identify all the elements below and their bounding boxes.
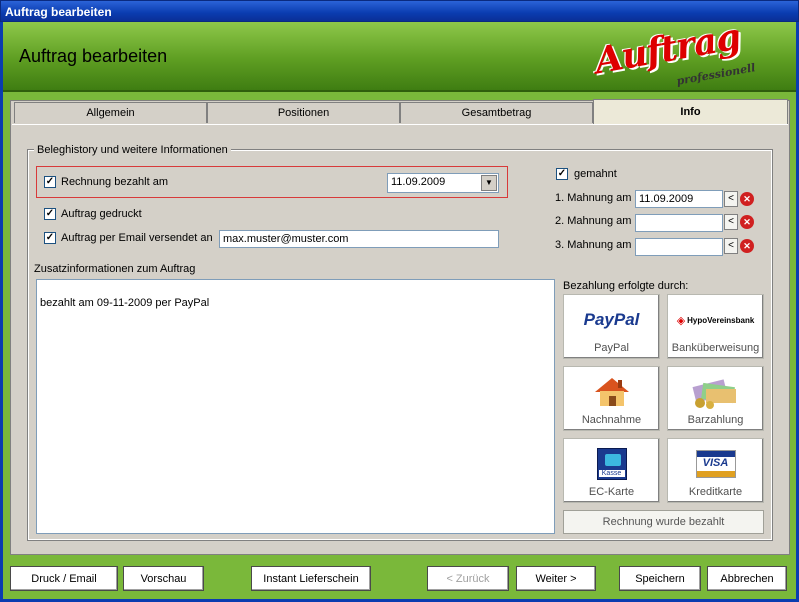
ec-logo-text: Kasse [598, 470, 625, 477]
reminder-2-set-button[interactable]: < [724, 214, 738, 230]
emailed-checkbox[interactable]: ✓ [44, 232, 56, 244]
cancel-button[interactable]: Abbrechen [707, 566, 787, 591]
visa-icon: VISA [668, 447, 763, 481]
reminder-3-date[interactable] [635, 238, 723, 256]
reminder-2-delete-icon[interactable]: ✕ [740, 215, 754, 229]
tab-allgemein[interactable]: Allgemein [14, 102, 207, 123]
window-title: Auftrag bearbeiten [5, 5, 112, 19]
reminder-2-label: 2. Mahnung am [555, 215, 632, 227]
reminder-3-label: 3. Mahnung am [555, 239, 632, 251]
payment-cod-button[interactable]: Nachnahme [563, 366, 660, 431]
notes-text: bezahlt am 09-11-2009 per PayPal [40, 297, 210, 309]
tab-positionen[interactable]: Positionen [207, 102, 400, 123]
instant-delivery-note-button[interactable]: Instant Lieferschein [251, 566, 371, 591]
paid-label: Rechnung bezahlt am [61, 176, 169, 188]
email-value: max.muster@muster.com [223, 233, 349, 245]
payment-paypal-button[interactable]: PayPal PayPal [563, 294, 660, 359]
house-icon [564, 375, 659, 409]
print-email-button[interactable]: Druck / Email [10, 566, 118, 591]
payment-caption: Barzahlung [687, 414, 744, 426]
reminder-1-label: 1. Mahnung am [555, 192, 632, 204]
tab-bar: Allgemein Positionen Gesamtbetrag Info [10, 99, 790, 124]
tab-label: Gesamtbetrag [461, 107, 532, 119]
window-titlebar: Auftrag bearbeiten [0, 0, 799, 22]
reminder-1-delete-icon[interactable]: ✕ [740, 192, 754, 206]
payment-caption: PayPal [594, 342, 629, 354]
button-label: Speichern [635, 573, 685, 585]
payment-caption: Nachnahme [581, 414, 642, 426]
reminder-3-delete-icon[interactable]: ✕ [740, 239, 754, 253]
visa-logo-text: VISA [702, 457, 729, 469]
button-label: < Zurück [446, 573, 490, 585]
reminder-1-set-button[interactable]: < [724, 191, 738, 207]
app-logo: Auftrag professionell [586, 16, 776, 88]
bank-logo: ◈ HypoVereinsbank [668, 303, 763, 337]
chevron-down-icon[interactable]: ▼ [481, 175, 497, 191]
printed-checkbox[interactable]: ✓ [44, 208, 56, 220]
tab-info[interactable]: Info [593, 99, 788, 124]
notes-textarea[interactable]: bezahlt am 09-11-2009 per PayPal [36, 279, 555, 534]
next-button[interactable]: Weiter > [516, 566, 596, 591]
payment-label: Bezahlung erfolgte durch: [563, 280, 689, 292]
payment-bank-transfer-button[interactable]: ◈ HypoVereinsbank Banküberweisung [667, 294, 764, 359]
payment-credit-card-button[interactable]: VISA Kreditkarte [667, 438, 764, 503]
reminder-2-date[interactable] [635, 214, 723, 232]
printed-label: Auftrag gedruckt [61, 208, 142, 220]
payment-caption: EC-Karte [588, 486, 635, 498]
bank-logo-mark: ◈ [676, 314, 686, 327]
paid-date-value: 11.09.2009 [391, 176, 446, 188]
header-banner: Auftrag bearbeiten Auftrag professionell [3, 16, 796, 92]
ec-card-icon: Kasse [564, 447, 659, 481]
emailed-label: Auftrag per Email versendet an [61, 232, 213, 244]
bank-logo-text: HypoVereinsbank [687, 315, 755, 325]
notes-label: Zusatzinformationen zum Auftrag [34, 263, 196, 275]
tab-label: Positionen [277, 107, 330, 119]
payment-caption: Kreditkarte [688, 486, 743, 498]
preview-button[interactable]: Vorschau [123, 566, 204, 591]
paypal-logo-text: PayPal [583, 310, 640, 329]
payment-cash-button[interactable]: Barzahlung [667, 366, 764, 431]
reminder-1-date[interactable]: 11.09.2009 [635, 190, 723, 208]
email-field[interactable]: max.muster@muster.com [219, 230, 499, 248]
button-label: Instant Lieferschein [263, 573, 359, 585]
tab-label: Info [680, 106, 701, 118]
reminder-3-set-button[interactable]: < [724, 238, 738, 254]
invoice-paid-button[interactable]: Rechnung wurde bezahlt [563, 510, 764, 534]
invoice-paid-label: Rechnung wurde bezahlt [602, 516, 725, 528]
payment-ec-card-button[interactable]: Kasse EC-Karte [563, 438, 660, 503]
reminded-checkbox[interactable]: ✓ [556, 168, 568, 180]
tab-label: Allgemein [86, 107, 135, 119]
group-label: Beleghistory und weitere Informationen [34, 144, 231, 156]
button-label: Weiter > [535, 573, 577, 585]
reminder-1-value: 11.09.2009 [639, 193, 694, 205]
page-title: Auftrag bearbeiten [19, 46, 168, 66]
tab-gesamtbetrag[interactable]: Gesamtbetrag [400, 102, 593, 123]
paypal-logo: PayPal [564, 303, 659, 337]
button-label: Vorschau [140, 573, 187, 585]
button-label: Abbrechen [720, 573, 774, 585]
reminded-label: gemahnt [574, 168, 617, 180]
button-label: Druck / Email [31, 573, 97, 585]
back-button[interactable]: < Zurück [427, 566, 509, 591]
payment-caption: Banküberweisung [671, 342, 760, 354]
cash-icon [668, 375, 763, 409]
save-button[interactable]: Speichern [619, 566, 701, 591]
paid-checkbox[interactable]: ✓ [44, 176, 56, 188]
